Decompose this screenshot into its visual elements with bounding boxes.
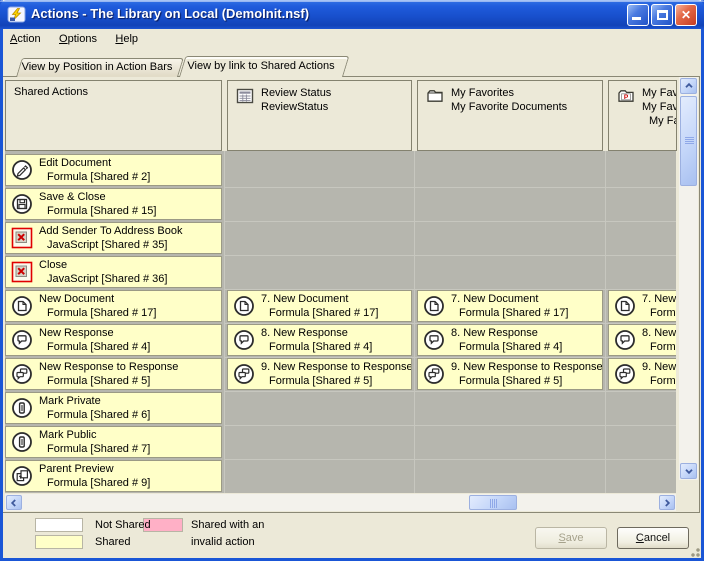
column-header-shared-actions: Shared Actions bbox=[5, 80, 222, 151]
linked-cell-favorites2-new-response-to-response[interactable]: 9. New Response to ResponseFormula [Shar… bbox=[608, 358, 676, 390]
new-response-to-response-icon bbox=[423, 363, 445, 385]
tab-strip: View by Position in Action Bars View by … bbox=[0, 56, 704, 77]
scroll-grip bbox=[685, 139, 694, 140]
actions-grid-panel: Shared Actions Review StatusReviewStatus… bbox=[2, 76, 700, 513]
horizontal-scrollbar[interactable] bbox=[5, 494, 676, 511]
shared-action-new-response-to-response[interactable]: New Response to ResponseFormula [Shared … bbox=[5, 358, 222, 390]
new-document-icon bbox=[233, 295, 255, 317]
close-icon: ✕ bbox=[681, 8, 691, 22]
shared-action-edit-document[interactable]: Edit DocumentFormula [Shared # 2] bbox=[5, 154, 222, 186]
linked-cell-review-new-document[interactable]: 7. New DocumentFormula [Shared # 17] bbox=[227, 290, 412, 322]
scroll-left-button[interactable] bbox=[6, 495, 22, 510]
shared-action-save-close[interactable]: Save & CloseFormula [Shared # 15] bbox=[5, 188, 222, 220]
shared-action-new-response[interactable]: New ResponseFormula [Shared # 4] bbox=[5, 324, 222, 356]
scroll-down-button[interactable] bbox=[680, 463, 697, 479]
linked-cell-favorites-new-document[interactable]: 7. New DocumentFormula [Shared # 17] bbox=[417, 290, 603, 322]
app-icon bbox=[7, 5, 26, 24]
shared-swatch bbox=[35, 535, 83, 549]
linked-cell-favorites2-new-response[interactable]: 8. New ResponseFormula [Shared # 4] bbox=[608, 324, 676, 356]
linked-cell-review-new-response-to-response[interactable]: 9. New Response to ResponseFormula [Shar… bbox=[227, 358, 412, 390]
linked-cell-favorites2-new-document[interactable]: 7. New DocumentFormula [Shared # 17] bbox=[608, 290, 676, 322]
column-header-my-favorites-private: My FavoMy FavoMy Fav bbox=[608, 80, 677, 151]
save-icon bbox=[11, 193, 33, 215]
chevron-up-icon bbox=[681, 79, 696, 93]
private-folder-icon bbox=[617, 87, 635, 105]
vertical-scrollbar[interactable] bbox=[679, 77, 698, 480]
actions-dialog-window: Actions - The Library on Local (DemoInit… bbox=[0, 0, 704, 561]
shared-action-mark-private[interactable]: Mark PrivateFormula [Shared # 6] bbox=[5, 392, 222, 424]
resize-grip[interactable] bbox=[688, 545, 700, 557]
grid-body: Edit DocumentFormula [Shared # 2] Save &… bbox=[5, 151, 676, 493]
new-document-icon bbox=[614, 295, 636, 317]
minimize-button[interactable] bbox=[627, 4, 649, 26]
new-response-icon bbox=[423, 329, 445, 351]
maximize-button[interactable] bbox=[651, 4, 673, 26]
chevron-right-icon bbox=[660, 496, 674, 509]
new-response-icon bbox=[614, 329, 636, 351]
menu-options[interactable]: Options bbox=[52, 29, 104, 45]
horizontal-scroll-thumb[interactable] bbox=[469, 495, 517, 510]
new-response-to-response-icon bbox=[614, 363, 636, 385]
shared-action-parent-preview[interactable]: Parent PreviewFormula [Shared # 9] bbox=[5, 460, 222, 492]
new-document-icon bbox=[11, 295, 33, 317]
maximize-icon bbox=[657, 10, 668, 20]
folder-icon bbox=[426, 87, 444, 105]
mark-public-icon bbox=[11, 431, 33, 453]
menu-help[interactable]: Help bbox=[108, 29, 145, 45]
new-document-icon bbox=[423, 295, 445, 317]
save-button[interactable]: Save bbox=[535, 527, 607, 549]
not-shared-label: Not Shared bbox=[95, 519, 151, 531]
shared-action-add-sender[interactable]: Add Sender To Address BookJavaScript [Sh… bbox=[5, 222, 222, 254]
linked-cell-favorites-new-response[interactable]: 8. New ResponseFormula [Shared # 4] bbox=[417, 324, 603, 356]
view-grid-icon bbox=[236, 87, 254, 105]
invalid-action-label-line1: Shared with an bbox=[191, 519, 264, 531]
cancel-button[interactable]: Cancel bbox=[617, 527, 689, 549]
new-response-icon bbox=[11, 329, 33, 351]
close-button[interactable]: ✕ bbox=[675, 4, 697, 26]
scroll-up-button[interactable] bbox=[680, 78, 697, 94]
column-header-my-favorites: My FavoritesMy Favorite Documents bbox=[417, 80, 603, 151]
tab-view-by-link[interactable]: View by link to Shared Actions bbox=[179, 56, 343, 77]
new-response-to-response-icon bbox=[233, 363, 255, 385]
parent-preview-icon bbox=[11, 465, 33, 487]
chevron-left-icon bbox=[7, 496, 21, 509]
new-response-icon bbox=[233, 329, 255, 351]
shared-action-close[interactable]: CloseJavaScript [Shared # 36] bbox=[5, 256, 222, 288]
invalid-action-icon bbox=[11, 227, 33, 249]
title-bar[interactable]: Actions - The Library on Local (DemoInit… bbox=[0, 0, 704, 29]
vertical-scroll-thumb[interactable] bbox=[680, 96, 697, 186]
menu-action[interactable]: Action bbox=[3, 29, 48, 45]
column-header-review-status: Review StatusReviewStatus bbox=[227, 80, 412, 151]
menu-bar: Action Options Help bbox=[3, 29, 701, 53]
invalid-action-label-line2: invalid action bbox=[191, 536, 255, 548]
window-title: Actions - The Library on Local (DemoInit… bbox=[31, 6, 309, 21]
mark-private-icon bbox=[11, 397, 33, 419]
linked-cell-favorites-new-response-to-response[interactable]: 9. New Response to ResponseFormula [Shar… bbox=[417, 358, 603, 390]
legend: Not Shared Shared Shared with an invalid… bbox=[0, 515, 420, 557]
scroll-grip bbox=[492, 499, 493, 508]
minimize-icon bbox=[632, 17, 641, 20]
linked-cell-review-new-response[interactable]: 8. New ResponseFormula [Shared # 4] bbox=[227, 324, 412, 356]
shared-action-mark-public[interactable]: Mark PublicFormula [Shared # 7] bbox=[5, 426, 222, 458]
scroll-right-button[interactable] bbox=[659, 495, 675, 510]
chevron-down-icon bbox=[681, 464, 696, 478]
invalid-action-icon bbox=[11, 261, 33, 283]
not-shared-swatch bbox=[35, 518, 83, 532]
new-response-to-response-icon bbox=[11, 363, 33, 385]
tab-view-by-position[interactable]: View by Position in Action Bars bbox=[16, 58, 178, 77]
shared-action-new-document[interactable]: New DocumentFormula [Shared # 17] bbox=[5, 290, 222, 322]
edit-icon bbox=[11, 159, 33, 181]
shared-label: Shared bbox=[95, 536, 130, 548]
